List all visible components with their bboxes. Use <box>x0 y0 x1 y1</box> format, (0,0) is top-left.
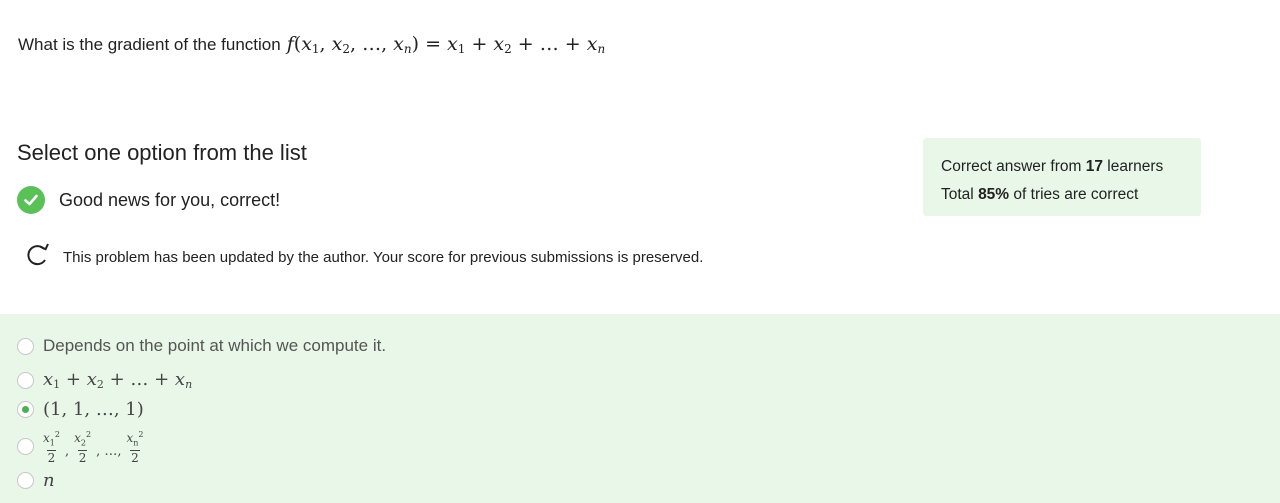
options-panel: Depends on the point at which we compute… <box>0 314 1280 503</box>
status-row: Good news for you, correct! <box>17 186 280 214</box>
check-icon <box>17 186 45 214</box>
question-formula: f(x1, x2, …, xn) = x1 + x2 + … + xn <box>286 33 606 56</box>
option-4-radio[interactable] <box>17 438 34 456</box>
option-3-radio[interactable] <box>17 401 34 418</box>
option-2[interactable]: x1 + x2 + … + xn <box>17 369 192 391</box>
learners-count: 17 <box>1085 158 1103 175</box>
refresh-icon <box>23 242 51 273</box>
option-1[interactable]: Depends on the point at which we compute… <box>17 336 386 356</box>
option-3[interactable]: (1, 1, …, 1) <box>17 399 144 420</box>
option-3-label: (1, 1, …, 1) <box>43 399 144 420</box>
option-5-label: n <box>43 470 55 491</box>
notice-text: This problem has been updated by the aut… <box>63 249 704 266</box>
update-notice: This problem has been updated by the aut… <box>23 242 703 273</box>
question-prefix: What is the gradient of the function <box>18 35 281 54</box>
stats-learners-line: Correct answer from 17 learners <box>941 158 1164 175</box>
option-2-radio[interactable] <box>17 371 34 389</box>
stats-percent-line: Total 85% of tries are correct <box>941 186 1139 203</box>
option-5[interactable]: n <box>17 470 55 491</box>
stats-box: Correct answer from 17 learners Total 85… <box>923 138 1201 216</box>
option-4-label: x12 2 , x22 2 , …, xn2 2 <box>43 430 144 466</box>
select-title: Select one option from the list <box>17 140 307 165</box>
option-1-radio[interactable] <box>17 337 34 355</box>
question-text: What is the gradient of the function f(x… <box>18 33 605 56</box>
option-4[interactable]: x12 2 , x22 2 , …, xn2 2 <box>17 428 144 465</box>
status-text: Good news for you, correct! <box>59 189 281 210</box>
correct-percent: 85% <box>978 186 1010 203</box>
option-5-radio[interactable] <box>17 472 34 489</box>
option-2-label: x1 + x2 + … + xn <box>43 369 193 391</box>
option-1-label: Depends on the point at which we compute… <box>43 336 387 355</box>
